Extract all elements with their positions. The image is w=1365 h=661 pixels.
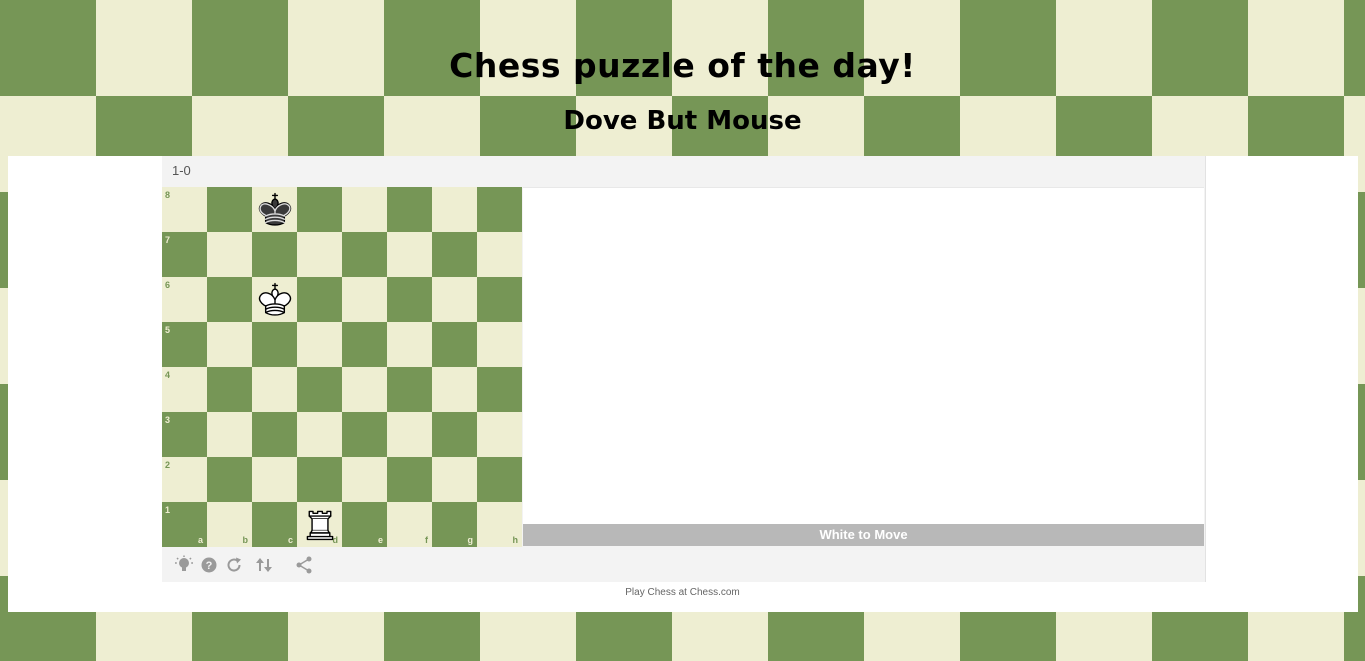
square-b6[interactable] (207, 277, 252, 322)
square-g3[interactable] (432, 412, 477, 457)
game-result: 1-0 (172, 163, 191, 178)
square-f4[interactable] (387, 367, 432, 412)
chess-com-link[interactable]: Play Chess at Chess.com (0, 587, 1365, 598)
square-g4[interactable] (432, 367, 477, 412)
rank-label: 4 (165, 370, 171, 380)
square-e1[interactable]: e (342, 502, 387, 547)
square-a5[interactable]: 5 (162, 322, 207, 367)
square-a1[interactable]: 1a (162, 502, 207, 547)
square-c1[interactable]: c (252, 502, 297, 547)
square-h2[interactable] (477, 457, 522, 502)
square-d8[interactable] (297, 187, 342, 232)
chess-board[interactable]: 87654321abcdefgh (162, 187, 522, 547)
black-king-piece[interactable] (254, 188, 296, 230)
rank-label: 6 (165, 280, 171, 290)
square-b5[interactable] (207, 322, 252, 367)
file-label: c (287, 535, 293, 545)
square-a8[interactable]: 8 (162, 187, 207, 232)
rank-label: 3 (165, 415, 171, 425)
page-title: Chess puzzle of the day! (449, 46, 916, 85)
file-label: g (467, 535, 474, 545)
square-c3[interactable] (252, 412, 297, 457)
white-rook-piece[interactable] (299, 503, 341, 545)
square-d5[interactable] (297, 322, 342, 367)
status-bar: White to Move (523, 524, 1204, 546)
square-g5[interactable] (432, 322, 477, 367)
square-h7[interactable] (477, 232, 522, 277)
square-f1[interactable]: f (387, 502, 432, 547)
square-e4[interactable] (342, 367, 387, 412)
square-b8[interactable] (207, 187, 252, 232)
square-e8[interactable] (342, 187, 387, 232)
square-b2[interactable] (207, 457, 252, 502)
square-g2[interactable] (432, 457, 477, 502)
file-label: a (197, 535, 203, 545)
file-label: e (377, 535, 383, 545)
puzzle-name: Dove But Mouse (563, 106, 802, 136)
square-e6[interactable] (342, 277, 387, 322)
square-a3[interactable]: 3 (162, 412, 207, 457)
square-h6[interactable] (477, 277, 522, 322)
square-f2[interactable] (387, 457, 432, 502)
square-d1[interactable]: d (297, 502, 342, 547)
square-a2[interactable]: 2 (162, 457, 207, 502)
hint-icon[interactable] (174, 555, 194, 575)
square-d3[interactable] (297, 412, 342, 457)
white-king-piece[interactable] (254, 278, 296, 320)
square-d4[interactable] (297, 367, 342, 412)
square-b4[interactable] (207, 367, 252, 412)
square-g6[interactable] (432, 277, 477, 322)
square-b1[interactable]: b (207, 502, 252, 547)
square-f6[interactable] (387, 277, 432, 322)
square-c2[interactable] (252, 457, 297, 502)
file-label: f (425, 535, 428, 545)
square-f7[interactable] (387, 232, 432, 277)
square-g7[interactable] (432, 232, 477, 277)
square-a4[interactable]: 4 (162, 367, 207, 412)
square-d6[interactable] (297, 277, 342, 322)
square-h1[interactable]: h (477, 502, 522, 547)
file-label: h (512, 535, 519, 545)
square-c8[interactable] (252, 187, 297, 232)
square-d2[interactable] (297, 457, 342, 502)
svg-text:?: ? (206, 560, 213, 572)
square-c6[interactable] (252, 277, 297, 322)
square-f3[interactable] (387, 412, 432, 457)
square-b7[interactable] (207, 232, 252, 277)
square-c5[interactable] (252, 322, 297, 367)
move-list-area (523, 187, 1204, 525)
square-h3[interactable] (477, 412, 522, 457)
puzzle-widget: 1-0 87654321abcdefgh White to Move ? (162, 156, 1206, 582)
square-c4[interactable] (252, 367, 297, 412)
rank-label: 5 (165, 325, 171, 335)
square-e2[interactable] (342, 457, 387, 502)
square-d7[interactable] (297, 232, 342, 277)
rank-label: 7 (165, 235, 171, 245)
square-f5[interactable] (387, 322, 432, 367)
control-bar: ? (162, 547, 1205, 582)
file-label: b (242, 535, 249, 545)
square-e5[interactable] (342, 322, 387, 367)
square-g1[interactable]: g (432, 502, 477, 547)
flip-board-icon[interactable] (254, 555, 274, 575)
square-c7[interactable] (252, 232, 297, 277)
square-e3[interactable] (342, 412, 387, 457)
square-a7[interactable]: 7 (162, 232, 207, 277)
square-h5[interactable] (477, 322, 522, 367)
square-e7[interactable] (342, 232, 387, 277)
square-f8[interactable] (387, 187, 432, 232)
rank-label: 2 (165, 460, 171, 470)
rank-label: 1 (165, 505, 171, 515)
retry-icon[interactable] (224, 555, 244, 575)
square-a6[interactable]: 6 (162, 277, 207, 322)
square-h8[interactable] (477, 187, 522, 232)
rank-label: 8 (165, 190, 171, 200)
square-b3[interactable] (207, 412, 252, 457)
share-icon[interactable] (294, 555, 314, 575)
square-g8[interactable] (432, 187, 477, 232)
help-icon[interactable]: ? (199, 555, 219, 575)
square-h4[interactable] (477, 367, 522, 412)
